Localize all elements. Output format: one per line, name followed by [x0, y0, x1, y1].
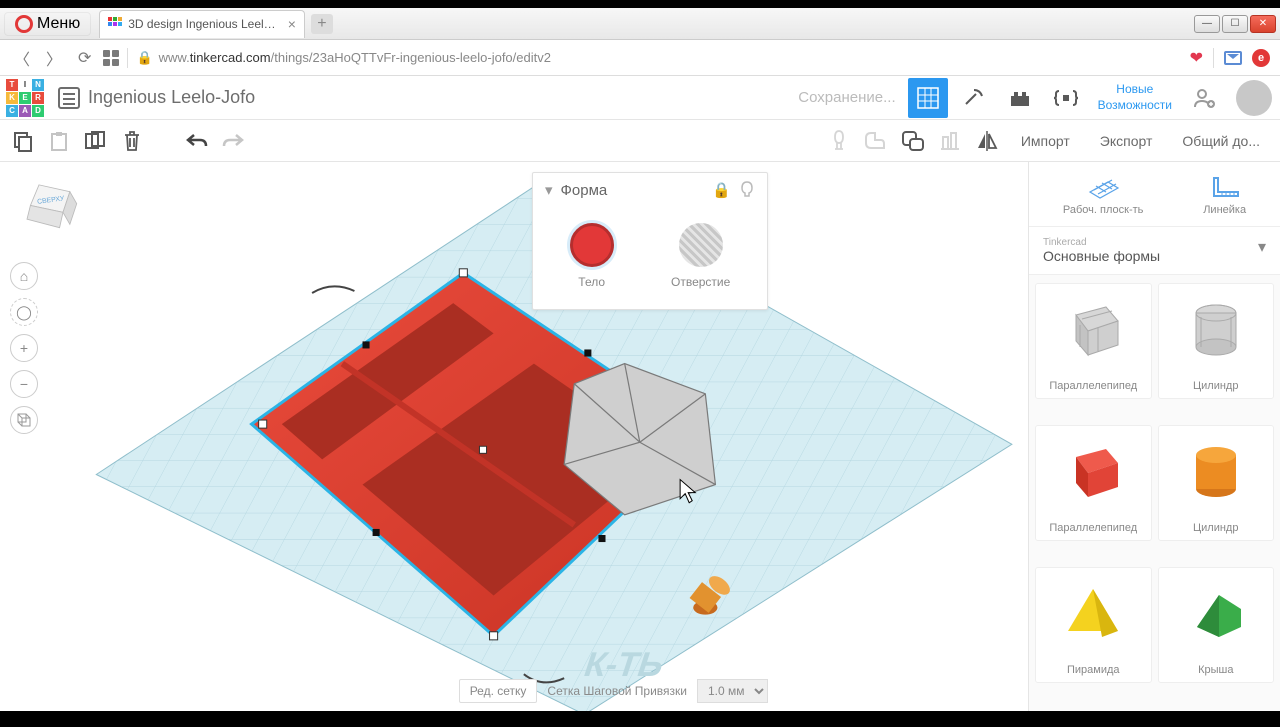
- zoom-in-button[interactable]: +: [10, 334, 38, 362]
- ruler-tool[interactable]: Линейка: [1203, 172, 1246, 216]
- share-button[interactable]: Общий до...: [1174, 133, 1268, 149]
- duplicate-button[interactable]: [84, 130, 108, 152]
- code-icon: [1053, 87, 1079, 109]
- ungroup-button[interactable]: [901, 130, 925, 152]
- blocks-mode-button[interactable]: [954, 78, 994, 118]
- window-close-button[interactable]: ✕: [1250, 15, 1276, 33]
- home-view-button[interactable]: ⌂: [10, 262, 38, 290]
- project-list-icon[interactable]: [58, 87, 80, 109]
- canvas-3d[interactable]: К-ТЬ СВЕРХУ ⌂ ◯ + − ▾ Форма 🔒 Тело: [0, 162, 1028, 711]
- redo-button[interactable]: [222, 132, 244, 150]
- url-field[interactable]: 🔒 www.tinkercad.com/things/23aHoQTTvFr-i…: [136, 50, 1181, 66]
- grid-icon: [917, 87, 939, 109]
- align-button[interactable]: [939, 131, 961, 151]
- heart-icon[interactable]: ❤: [1190, 48, 1203, 68]
- design-mode-button[interactable]: [908, 78, 948, 118]
- pickaxe-icon: [962, 86, 986, 110]
- inspector-title: Форма: [561, 182, 608, 199]
- url-prefix: www.: [159, 50, 190, 65]
- shapes-panel: Рабоч. плоск-ть Линейка ▾ Tinkercad Осно…: [1028, 162, 1280, 711]
- hole-mode[interactable]: Отверстие: [671, 223, 730, 289]
- solid-color-swatch[interactable]: [570, 223, 614, 267]
- collapse-icon[interactable]: ▾: [545, 181, 553, 199]
- new-tab-button[interactable]: +: [311, 14, 333, 34]
- news-link[interactable]: НовыеВозможности: [1092, 82, 1178, 113]
- code-mode-button[interactable]: [1046, 78, 1086, 118]
- paste-button[interactable]: [48, 130, 70, 152]
- shape-roof[interactable]: Крыша: [1158, 567, 1275, 683]
- delete-button[interactable]: [122, 130, 142, 152]
- user-avatar[interactable]: [1236, 80, 1272, 116]
- speed-dial-icon[interactable]: [103, 50, 119, 66]
- shape-inspector: ▾ Форма 🔒 Тело Отверстие: [532, 172, 768, 310]
- mirror-button[interactable]: [975, 130, 999, 152]
- shape-pyramid[interactable]: Пирамида: [1035, 567, 1152, 683]
- window-maximize-button[interactable]: ☐: [1222, 15, 1248, 33]
- address-bar: 〈 〉 ⟳ 🔒 www.tinkercad.com/things/23aHoQT…: [0, 40, 1280, 76]
- opera-menu-label: Меню: [37, 15, 80, 33]
- close-tab-icon[interactable]: ×: [288, 16, 296, 32]
- browser-titlebar: Меню 3D design Ingenious Leel… × + — ☐ ✕: [0, 8, 1280, 40]
- collaborate-button[interactable]: [1184, 78, 1224, 118]
- opera-icon: [15, 15, 33, 33]
- mail-icon[interactable]: [1224, 51, 1242, 65]
- url-path: /things/23aHoQTTvFr-ingenious-leelo-jofo…: [271, 50, 551, 65]
- show-all-button[interactable]: [829, 129, 849, 153]
- shape-cylinder-solid[interactable]: Цилиндр: [1158, 425, 1275, 541]
- solid-mode[interactable]: Тело: [570, 223, 614, 289]
- saving-status: Сохранение...: [798, 89, 895, 106]
- fit-view-button[interactable]: ◯: [10, 298, 38, 326]
- toolbar: Импорт Экспорт Общий до...: [0, 120, 1280, 162]
- forward-button[interactable]: 〉: [42, 42, 66, 74]
- tinkercad-favicon: [108, 17, 122, 31]
- canvas-footer: Ред. сетку Сетка Шаговой Привязки 1.0 мм: [459, 679, 768, 703]
- opera-menu-button[interactable]: Меню: [4, 12, 91, 36]
- reload-button[interactable]: ⟳: [74, 44, 95, 72]
- workplane-tool[interactable]: Рабоч. плоск-ть: [1063, 172, 1143, 216]
- back-button[interactable]: 〈: [10, 42, 34, 74]
- extension-icon[interactable]: e: [1252, 49, 1270, 67]
- shape-category-select[interactable]: ▾ Tinkercad Основные формы: [1029, 227, 1280, 275]
- hole-swatch: [679, 223, 723, 267]
- user-add-icon: [1191, 85, 1217, 111]
- lightbulb-icon[interactable]: [739, 181, 755, 199]
- project-name[interactable]: Ingenious Leelo-Jofo: [88, 87, 255, 108]
- shape-box-hole[interactable]: Параллелепипед: [1035, 283, 1152, 399]
- shape-cylinder-hole[interactable]: Цилиндр: [1158, 283, 1275, 399]
- snap-select[interactable]: 1.0 мм: [697, 679, 768, 703]
- url-host: tinkercad.com: [190, 50, 271, 65]
- chevron-down-icon: ▾: [1258, 237, 1266, 257]
- zoom-out-button[interactable]: −: [10, 370, 38, 398]
- window-minimize-button[interactable]: —: [1194, 15, 1220, 33]
- edit-grid-button[interactable]: Ред. сетку: [459, 679, 538, 703]
- import-button[interactable]: Импорт: [1013, 133, 1078, 149]
- browser-tab[interactable]: 3D design Ingenious Leel… ×: [99, 10, 305, 38]
- snap-label: Сетка Шаговой Привязки: [547, 684, 687, 698]
- app-header: TIN KER CAD Ingenious Leelo-Jofo Сохране…: [0, 76, 1280, 120]
- group-button[interactable]: [863, 130, 887, 152]
- tinkercad-logo[interactable]: TIN KER CAD: [6, 79, 44, 117]
- tab-title: 3D design Ingenious Leel…: [128, 17, 275, 31]
- bricks-mode-button[interactable]: [1000, 78, 1040, 118]
- ortho-button[interactable]: [10, 406, 38, 434]
- copy-button[interactable]: [12, 130, 34, 152]
- lock-icon: 🔒: [136, 50, 152, 66]
- viewcube[interactable]: СВЕРХУ: [16, 178, 86, 238]
- brick-icon: [1008, 88, 1032, 108]
- lock-shape-icon[interactable]: 🔒: [712, 181, 731, 199]
- shape-box-solid[interactable]: Параллелепипед: [1035, 425, 1152, 541]
- undo-button[interactable]: [186, 132, 208, 150]
- export-button[interactable]: Экспорт: [1092, 133, 1161, 149]
- view-controls: ⌂ ◯ + −: [10, 262, 38, 434]
